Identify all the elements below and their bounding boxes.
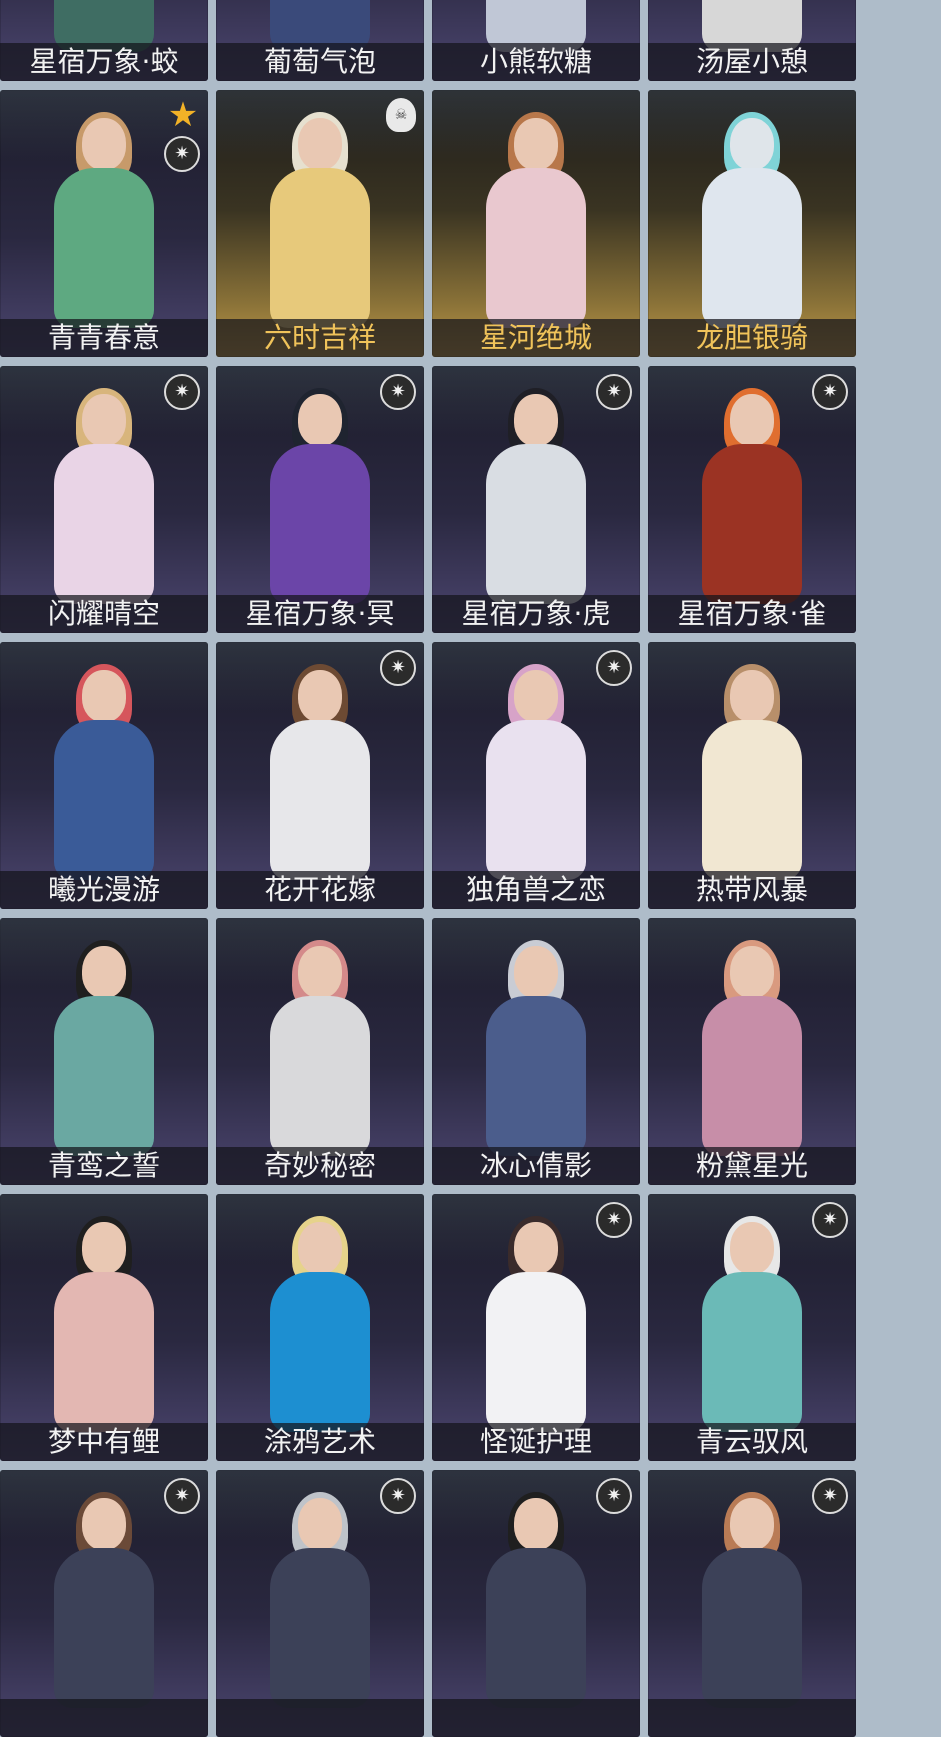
outfit-card[interactable]: ✷ 星宿万象·雀 <box>648 366 856 633</box>
character-figure <box>476 664 596 880</box>
character-figure <box>476 940 596 1156</box>
outfit-name: 星宿万象·虎 <box>432 595 640 633</box>
outfit-card[interactable]: 汤屋小憩 <box>648 0 856 81</box>
outfit-name <box>0 1699 208 1737</box>
outfit-card[interactable]: 冰心倩影 <box>432 918 640 1185</box>
star-icon: ★ <box>167 95 199 135</box>
outfit-card[interactable]: 涂鸦艺术 <box>216 1194 424 1461</box>
character-figure <box>476 388 596 604</box>
badge-icon: ✷ <box>164 1478 200 1514</box>
outfit-name: 星河绝城 <box>432 319 640 357</box>
badge-icon: ✷ <box>380 374 416 410</box>
skull-icon: ☠ <box>386 98 416 132</box>
outfit-name: 葡萄气泡 <box>216 43 424 81</box>
badge-icon: ✷ <box>812 1202 848 1238</box>
outfit-name: 涂鸦艺术 <box>216 1423 424 1461</box>
outfit-card[interactable]: ✷ <box>432 1470 640 1737</box>
outfit-name: 青鸾之誓 <box>0 1147 208 1185</box>
outfit-card[interactable]: 奇妙秘密 <box>216 918 424 1185</box>
outfit-card[interactable]: ☠ 六时吉祥 <box>216 90 424 357</box>
outfit-name: 小熊软糖 <box>432 43 640 81</box>
outfit-name: 冰心倩影 <box>432 1147 640 1185</box>
character-figure <box>44 112 164 328</box>
outfit-card[interactable]: 梦中有鲤 <box>0 1194 208 1461</box>
outfit-name: 龙胆银骑 <box>648 319 856 357</box>
outfit-grid: 星宿万象·蛟 葡萄气泡 小熊软糖 汤屋小憩 ★ ✷ 青青春意 ☠ 六时吉祥 星河… <box>0 0 941 1737</box>
character-figure <box>44 940 164 1156</box>
outfit-card[interactable]: 星河绝城 <box>432 90 640 357</box>
outfit-card[interactable]: ✷ <box>648 1470 856 1737</box>
badge-icon: ✷ <box>596 1478 632 1514</box>
outfit-name: 六时吉祥 <box>216 319 424 357</box>
outfit-name: 星宿万象·冥 <box>216 595 424 633</box>
outfit-name: 汤屋小憩 <box>648 43 856 81</box>
character-figure <box>260 1216 380 1432</box>
outfit-name: 粉黛星光 <box>648 1147 856 1185</box>
character-figure <box>44 664 164 880</box>
badge-icon: ✷ <box>596 650 632 686</box>
outfit-card[interactable]: 小熊软糖 <box>432 0 640 81</box>
outfit-card[interactable]: 曦光漫游 <box>0 642 208 909</box>
outfit-card[interactable]: 星宿万象·蛟 <box>0 0 208 81</box>
outfit-card[interactable]: ✷ 星宿万象·虎 <box>432 366 640 633</box>
character-figure <box>260 1492 380 1708</box>
badge-icon: ✷ <box>380 1478 416 1514</box>
outfit-card[interactable]: ✷ 独角兽之恋 <box>432 642 640 909</box>
outfit-card[interactable]: 粉黛星光 <box>648 918 856 1185</box>
character-figure <box>476 1216 596 1432</box>
outfit-name <box>216 1699 424 1737</box>
outfit-name <box>432 1699 640 1737</box>
outfit-card[interactable]: ✷ 花开花嫁 <box>216 642 424 909</box>
outfit-card[interactable]: 葡萄气泡 <box>216 0 424 81</box>
character-figure <box>692 940 812 1156</box>
badge-icon: ✷ <box>164 136 200 172</box>
outfit-card[interactable]: ★ ✷ 青青春意 <box>0 90 208 357</box>
outfit-name: 星宿万象·雀 <box>648 595 856 633</box>
character-figure <box>44 388 164 604</box>
outfit-card[interactable]: 青鸾之誓 <box>0 918 208 1185</box>
character-figure <box>260 940 380 1156</box>
character-figure <box>260 664 380 880</box>
badge-icon: ✷ <box>164 374 200 410</box>
character-figure <box>692 112 812 328</box>
character-figure <box>260 112 380 328</box>
outfit-name: 梦中有鲤 <box>0 1423 208 1461</box>
outfit-card[interactable]: 龙胆银骑 <box>648 90 856 357</box>
character-figure <box>476 1492 596 1708</box>
character-figure <box>44 1216 164 1432</box>
outfit-name: 青云驭风 <box>648 1423 856 1461</box>
outfit-card[interactable]: ✷ 怪诞护理 <box>432 1194 640 1461</box>
badge-icon: ✷ <box>596 1202 632 1238</box>
outfit-name: 奇妙秘密 <box>216 1147 424 1185</box>
outfit-name: 闪耀晴空 <box>0 595 208 633</box>
outfit-card[interactable]: ✷ <box>216 1470 424 1737</box>
badge-icon: ✷ <box>812 374 848 410</box>
outfit-name: 怪诞护理 <box>432 1423 640 1461</box>
character-figure <box>476 112 596 328</box>
outfit-card[interactable]: ✷ 青云驭风 <box>648 1194 856 1461</box>
outfit-card[interactable]: ✷ 闪耀晴空 <box>0 366 208 633</box>
character-figure <box>692 1216 812 1432</box>
outfit-card[interactable]: 热带风暴 <box>648 642 856 909</box>
outfit-name <box>648 1699 856 1737</box>
character-figure <box>692 1492 812 1708</box>
outfit-name: 热带风暴 <box>648 871 856 909</box>
outfit-card[interactable]: ✷ <box>0 1470 208 1737</box>
outfit-card[interactable]: ✷ 星宿万象·冥 <box>216 366 424 633</box>
badge-icon: ✷ <box>812 1478 848 1514</box>
outfit-name: 曦光漫游 <box>0 871 208 909</box>
badge-icon: ✷ <box>596 374 632 410</box>
character-figure <box>44 1492 164 1708</box>
character-figure <box>692 664 812 880</box>
character-figure <box>260 388 380 604</box>
outfit-name: 青青春意 <box>0 319 208 357</box>
outfit-name: 星宿万象·蛟 <box>0 43 208 81</box>
outfit-name: 花开花嫁 <box>216 871 424 909</box>
character-figure <box>692 388 812 604</box>
outfit-name: 独角兽之恋 <box>432 871 640 909</box>
badge-icon: ✷ <box>380 650 416 686</box>
